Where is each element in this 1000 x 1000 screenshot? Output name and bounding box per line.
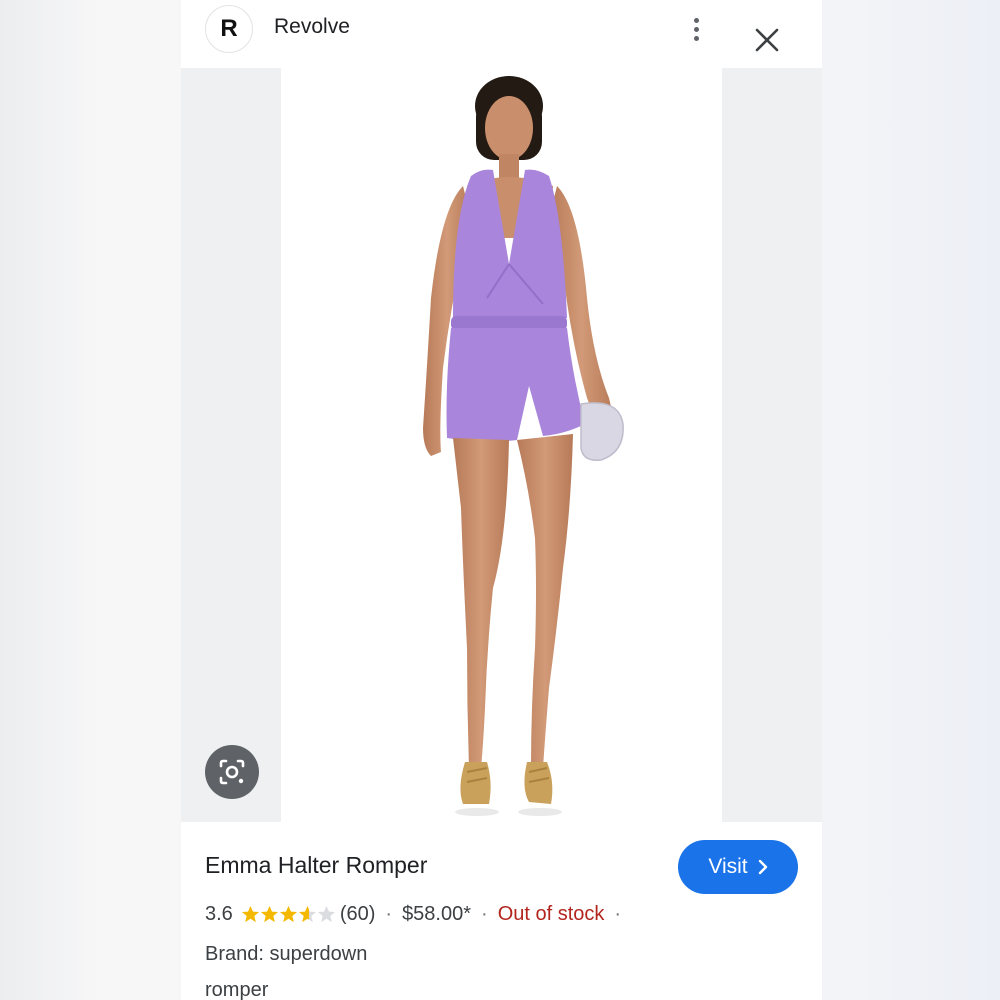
star-icon xyxy=(317,905,335,923)
more-vert-icon xyxy=(693,17,699,23)
google-lens-button[interactable] xyxy=(205,745,259,799)
visit-button[interactable]: Visit xyxy=(678,840,798,894)
separator: · xyxy=(481,903,488,925)
site-name[interactable]: Revolve xyxy=(274,15,350,39)
rating-value: 3.6 xyxy=(205,903,233,925)
product-title[interactable]: Emma Halter Romper xyxy=(205,852,427,879)
chevron-right-icon xyxy=(758,859,767,875)
close-icon xyxy=(755,28,779,52)
google-lens-icon xyxy=(219,759,245,785)
site-logo[interactable]: R xyxy=(205,5,253,53)
stock-status: Out of stock xyxy=(497,903,605,925)
product-photo[interactable] xyxy=(281,68,722,822)
star-icon xyxy=(279,905,297,923)
close-button[interactable] xyxy=(751,24,783,56)
more-options-button[interactable] xyxy=(681,12,711,46)
category-text: romper xyxy=(205,979,269,1000)
visit-button-label: Visit xyxy=(708,855,748,878)
price: $58.00* xyxy=(402,903,472,925)
star-icon xyxy=(260,905,278,923)
separator: · xyxy=(614,903,622,925)
review-count[interactable]: (60) xyxy=(340,903,376,926)
model-in-purple-romper-photo xyxy=(423,76,624,816)
product-viewer-panel: R Revolve Emma Halter Romper Visit 3.6 (… xyxy=(181,0,822,1000)
brand-text: Brand: superdown xyxy=(205,943,368,965)
product-meta: 3.6 (60) · $58.00* · Out of stock · xyxy=(205,903,631,926)
header: R Revolve xyxy=(181,0,822,68)
separator: · xyxy=(385,903,393,925)
rating-stars xyxy=(241,905,336,924)
image-area xyxy=(181,68,822,822)
star-icon xyxy=(298,905,316,923)
star-icon xyxy=(241,905,259,923)
